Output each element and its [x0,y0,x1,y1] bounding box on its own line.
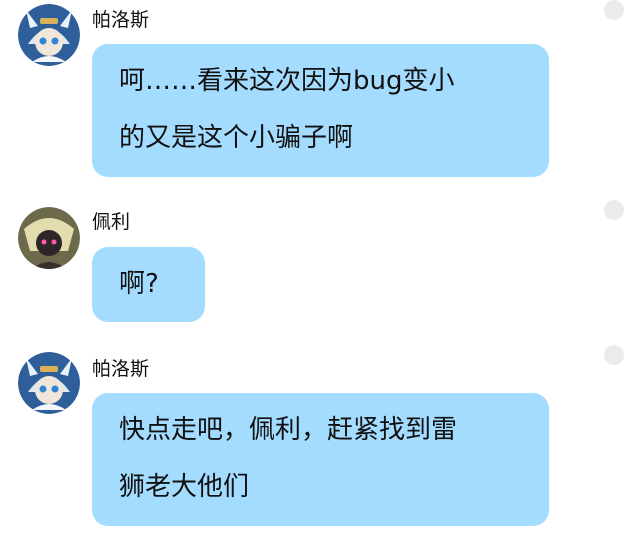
message-line: 啊? [119,269,159,299]
chat-message: 帕洛斯 快点走吧，佩利，赶紧找到雷 狮老大他们 [0,345,640,535]
message-line: 狮老大他们 [119,472,250,502]
chat-message: 帕洛斯 呵……看来这次因为bug变小 的又是这个小骗子啊 [0,0,640,180]
message-line: 呵……看来这次因为bug变小 [119,66,455,96]
sender-name: 帕洛斯 [92,9,150,31]
status-dot [604,0,624,20]
palos-avatar-icon[interactable] [18,352,80,414]
message-bubble[interactable]: 啊? [92,247,205,322]
status-dot [604,345,624,365]
sender-name: 帕洛斯 [92,358,150,380]
chat-message: 佩利 啊? [0,200,640,330]
message-bubble[interactable]: 快点走吧，佩利，赶紧找到雷 狮老大他们 [92,393,549,526]
message-bubble[interactable]: 呵……看来这次因为bug变小 的又是这个小骗子啊 [92,44,549,177]
peili-avatar-icon[interactable] [18,207,80,269]
palos-avatar-icon[interactable] [18,4,80,66]
status-dot [604,200,624,220]
sender-name: 佩利 [92,211,131,233]
message-line: 的又是这个小骗子啊 [119,123,354,153]
message-line: 快点走吧，佩利，赶紧找到雷 [119,415,458,445]
